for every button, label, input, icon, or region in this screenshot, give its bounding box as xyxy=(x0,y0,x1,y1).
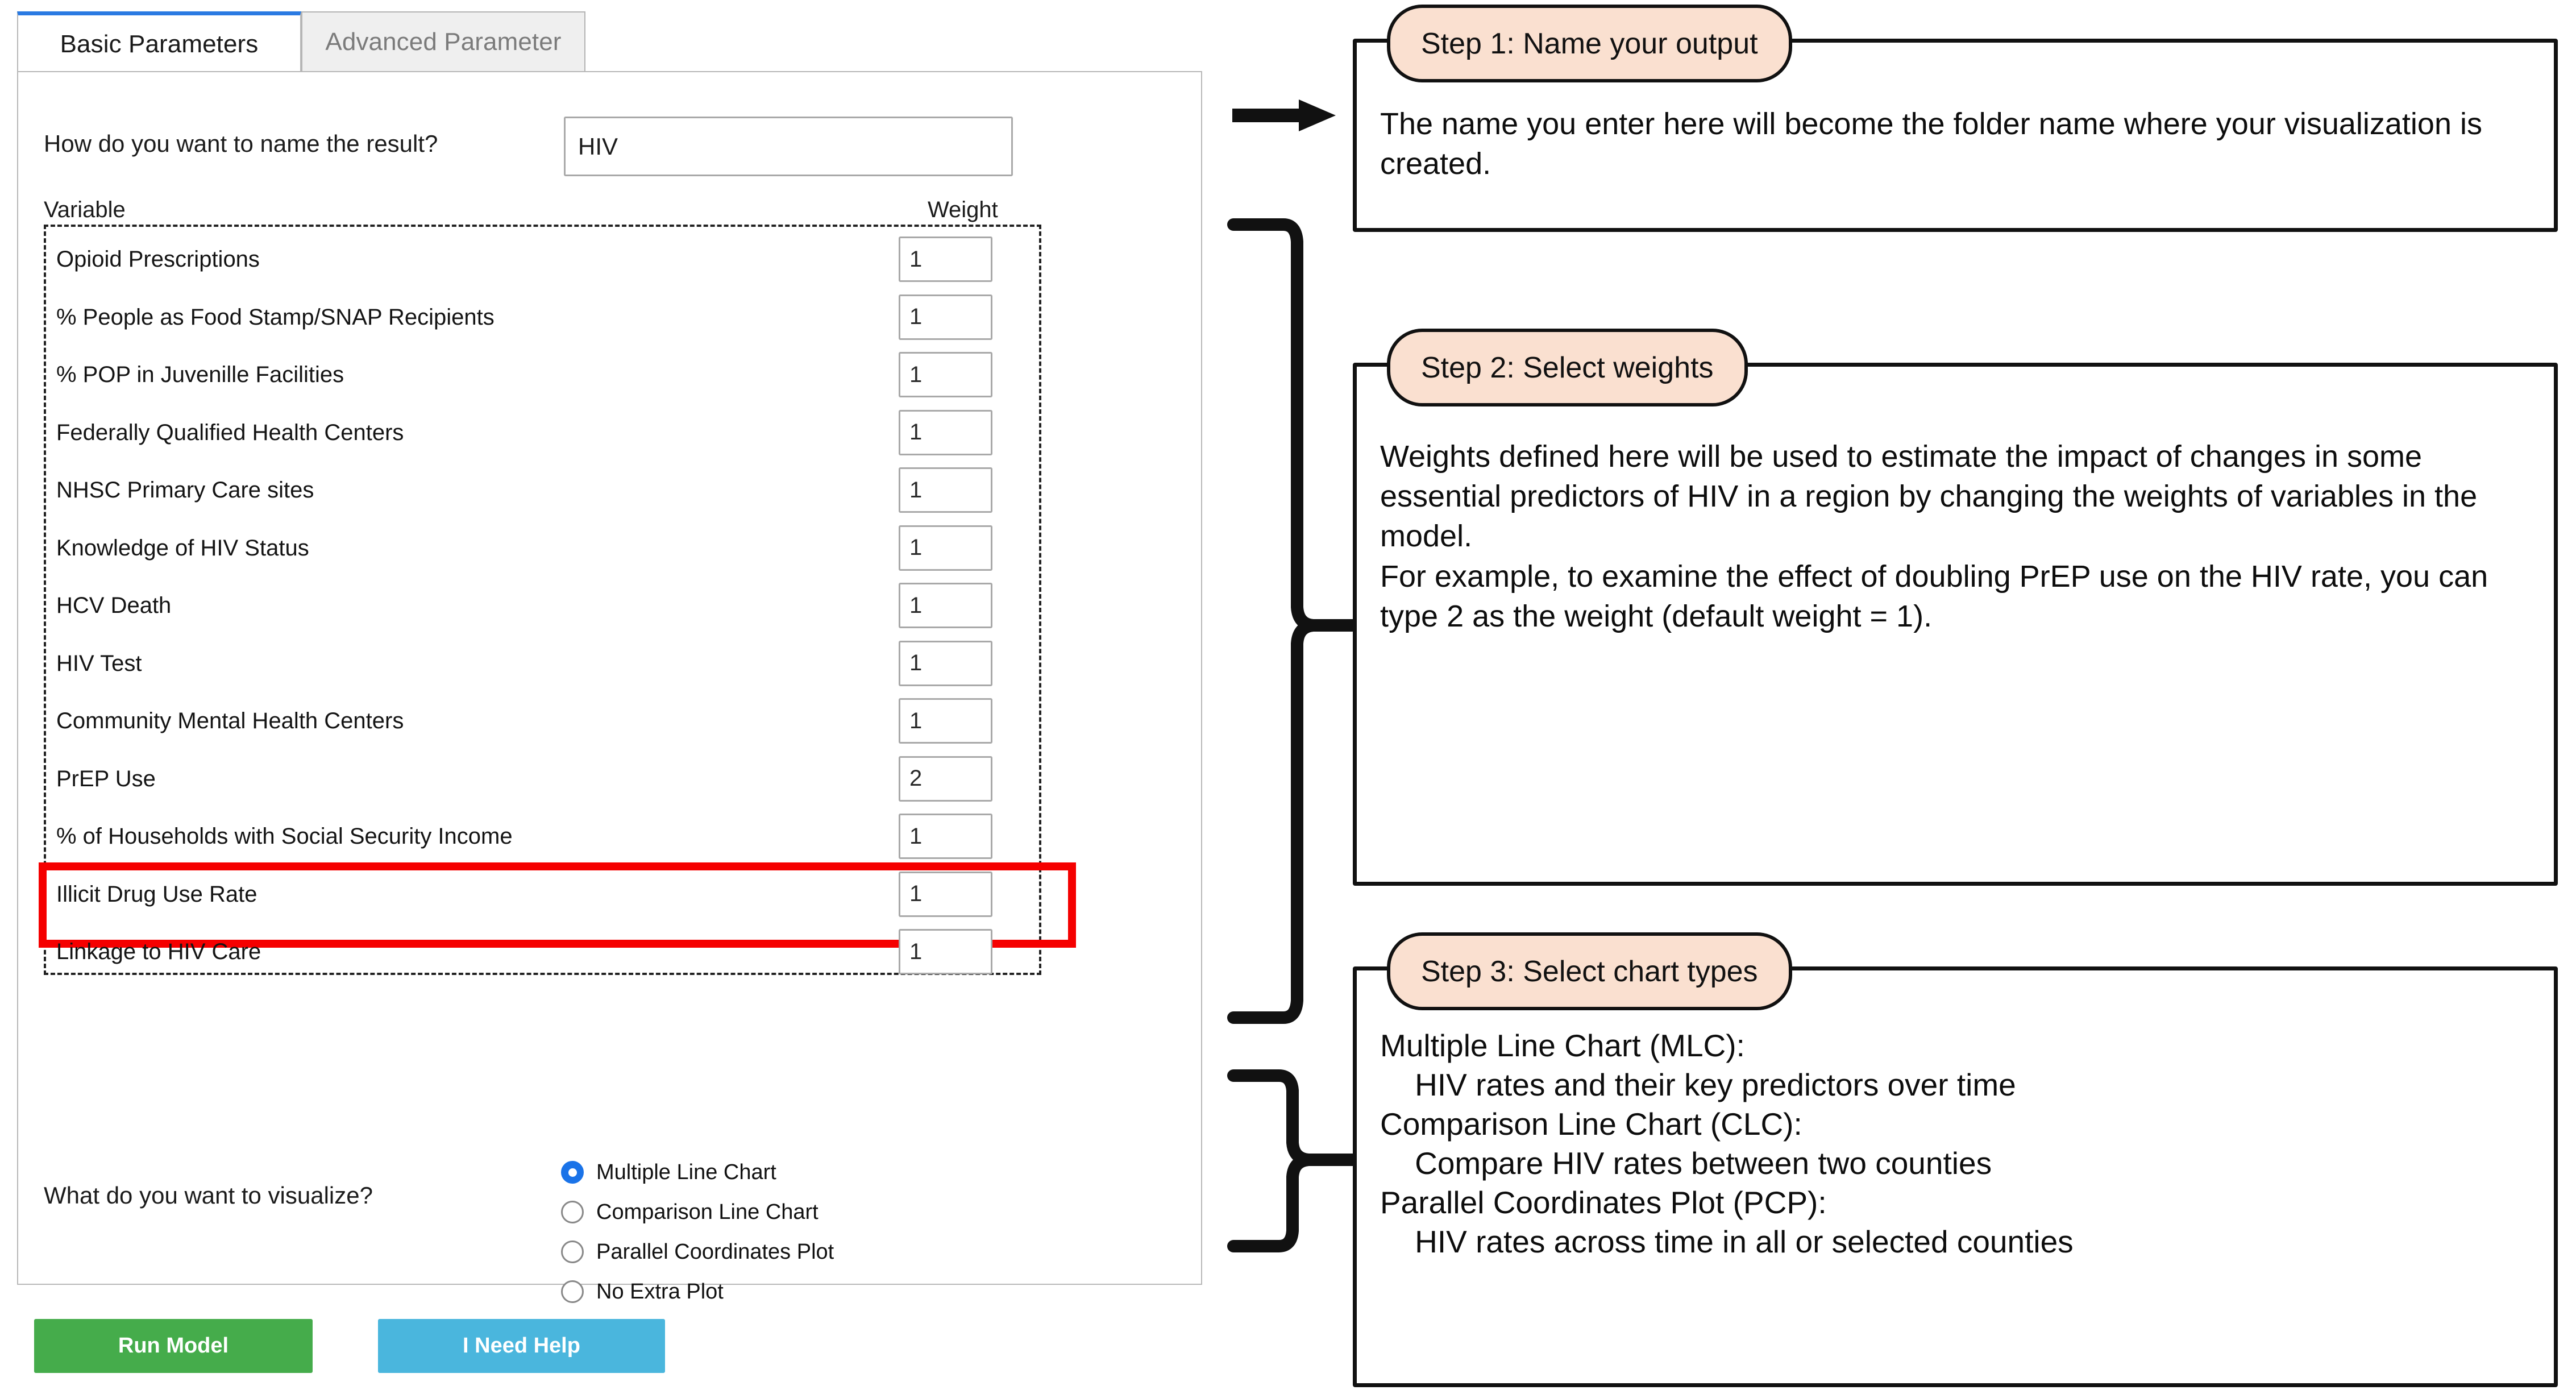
tab-basic-parameters[interactable]: Basic Parameters xyxy=(17,11,301,73)
callout-step1-title: Step 1: Name your output xyxy=(1387,5,1792,82)
weight-input[interactable] xyxy=(899,237,992,282)
variable-row: PrEP Use xyxy=(46,750,1044,808)
panel-body: How do you want to name the result? Vari… xyxy=(17,71,1202,1304)
output-name-input[interactable] xyxy=(564,117,1013,176)
variable-label: Illicit Drug Use Rate xyxy=(56,881,257,907)
visualize-radio-group: Multiple Line Chart Comparison Line Chart… xyxy=(561,1152,834,1312)
tab-advanced-parameter-label: Advanced Parameter xyxy=(325,28,562,56)
brace-to-step3-icon xyxy=(1227,1069,1310,1252)
radio-button-icon[interactable] xyxy=(561,1280,584,1303)
variable-row: Federally Qualified Health Centers xyxy=(46,404,1044,462)
run-model-button[interactable]: Run Model xyxy=(34,1319,313,1373)
tab-bar: Basic Parameters Advanced Parameter xyxy=(17,11,1202,73)
visualize-option-label: No Extra Plot xyxy=(596,1279,724,1304)
variable-label: Federally Qualified Health Centers xyxy=(56,420,404,445)
output-name-label: How do you want to name the result? xyxy=(44,130,438,157)
callout-step2: Step 2: Select weights Weights defined h… xyxy=(1353,329,2558,886)
variable-label: Linkage to HIV Care xyxy=(56,939,261,965)
variable-row: NHSC Primary Care sites xyxy=(46,462,1044,520)
variable-label: HCV Death xyxy=(56,593,172,619)
weight-input[interactable] xyxy=(899,871,992,917)
visualize-option[interactable]: Multiple Line Chart xyxy=(561,1152,834,1192)
i-need-help-button[interactable]: I Need Help xyxy=(378,1319,665,1373)
weight-input[interactable] xyxy=(899,409,992,455)
tab-basic-parameters-label: Basic Parameters xyxy=(60,30,259,58)
variable-row: Illicit Drug Use Rate xyxy=(46,866,1044,924)
weight-input[interactable] xyxy=(899,640,992,686)
callout-step2-title: Step 2: Select weights xyxy=(1387,329,1748,406)
weight-input[interactable] xyxy=(899,698,992,744)
weight-input[interactable] xyxy=(899,756,992,802)
visualize-question-label: What do you want to visualize? xyxy=(44,1182,373,1209)
tab-advanced-parameter[interactable]: Advanced Parameter xyxy=(301,11,585,73)
radio-button-icon[interactable] xyxy=(561,1241,584,1263)
weight-input[interactable] xyxy=(899,583,992,628)
weight-input[interactable] xyxy=(899,525,992,571)
visualize-option-label: Comparison Line Chart xyxy=(596,1200,818,1224)
variable-row: % of Households with Social Security Inc… xyxy=(46,808,1044,866)
output-name-row: How do you want to name the result? xyxy=(44,117,1158,179)
callout-step3-body: Multiple Line Chart (MLC): HIV rates and… xyxy=(1380,1028,2074,1260)
variable-label: HIV Test xyxy=(56,650,142,676)
callout-step3: Step 3: Select chart types Multiple Line… xyxy=(1353,932,2558,1387)
visualize-option[interactable]: Comparison Line Chart xyxy=(561,1192,834,1232)
variable-label: NHSC Primary Care sites xyxy=(56,478,314,503)
callout-step1-body: The name you enter here will become the … xyxy=(1380,107,2491,181)
visualize-option[interactable]: Parallel Coordinates Plot xyxy=(561,1232,834,1272)
parameters-panel: Basic Parameters Advanced Parameter How … xyxy=(17,11,1202,1373)
radio-button-icon[interactable] xyxy=(561,1201,584,1223)
brace-to-step2-icon xyxy=(1227,218,1314,1024)
visualize-option-label: Multiple Line Chart xyxy=(596,1160,776,1184)
variable-label: PrEP Use xyxy=(56,766,156,791)
variable-row: Opioid Prescriptions xyxy=(46,231,1044,289)
variable-label: % People as Food Stamp/SNAP Recipients xyxy=(56,304,495,330)
weight-input[interactable] xyxy=(899,814,992,859)
variable-row: % People as Food Stamp/SNAP Recipients xyxy=(46,289,1044,347)
variable-row: Knowledge of HIV Status xyxy=(46,520,1044,578)
variable-label: % POP in Juvenille Facilities xyxy=(56,362,344,388)
variable-label: Knowledge of HIV Status xyxy=(56,535,309,561)
weight-input[interactable] xyxy=(899,352,992,397)
variable-row: % POP in Juvenille Facilities xyxy=(46,346,1044,404)
variable-row: Community Mental Health Centers xyxy=(46,692,1044,750)
visualize-option[interactable]: No Extra Plot xyxy=(561,1272,834,1312)
variable-weight-group: Opioid Prescriptions % People as Food Sta… xyxy=(39,225,1076,975)
weight-input[interactable] xyxy=(899,467,992,513)
arrow-to-step1-icon xyxy=(1232,99,1336,131)
variable-label: Community Mental Health Centers xyxy=(56,708,404,734)
callout-step1: Step 1: Name your output The name you en… xyxy=(1353,5,2558,232)
variable-label: Opioid Prescriptions xyxy=(56,247,260,272)
callout-step3-title: Step 3: Select chart types xyxy=(1387,932,1792,1010)
column-header-weight: Weight xyxy=(928,197,998,222)
weight-input[interactable] xyxy=(899,929,992,974)
visualize-option-label: Parallel Coordinates Plot xyxy=(596,1239,834,1264)
radio-button-icon[interactable] xyxy=(561,1161,584,1184)
callout-step2-body: Weights defined here will be used to est… xyxy=(1380,439,2488,633)
variable-row: Linkage to HIV Care xyxy=(46,923,1044,981)
column-header-variable: Variable xyxy=(44,197,126,222)
variable-row: HIV Test xyxy=(46,635,1044,693)
weight-input[interactable] xyxy=(899,294,992,340)
variable-label: % of Households with Social Security Inc… xyxy=(56,824,513,849)
variable-row: HCV Death xyxy=(46,577,1044,635)
